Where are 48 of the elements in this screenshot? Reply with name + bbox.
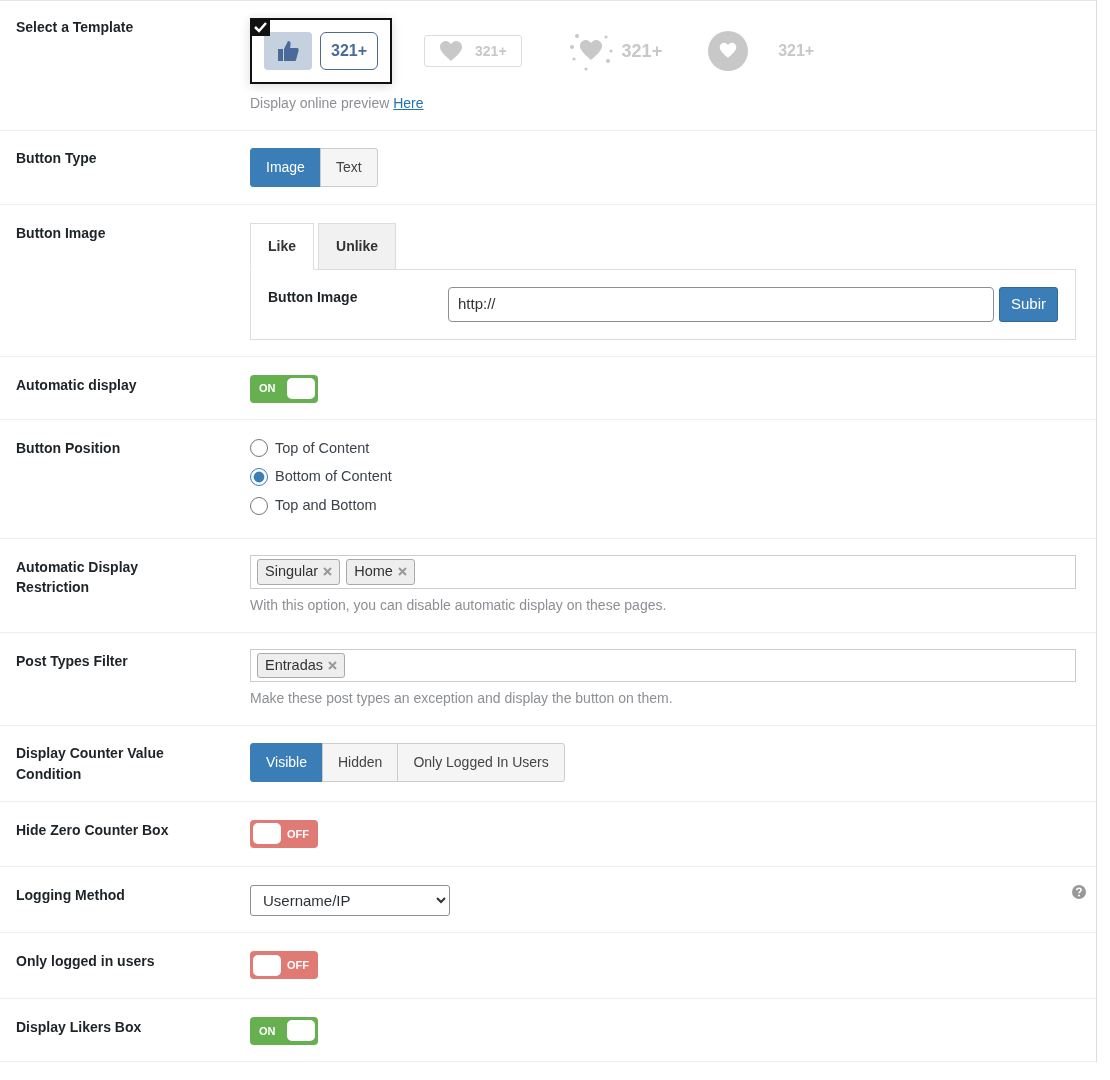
setting-label: Select a Template — [15, 18, 135, 37]
segment-button[interactable]: Image — [250, 148, 321, 187]
segment-button[interactable]: Text — [319, 148, 378, 187]
tag-input-field[interactable]: Singular Home — [250, 554, 1076, 589]
tag-chip[interactable]: Singular — [257, 558, 341, 585]
radio-label: Bottom of Content — [275, 467, 392, 487]
setting-label: Only logged in users — [15, 952, 156, 972]
heart-circle-icon — [708, 31, 749, 71]
help-text: With this option, you can disable automatic display on these pages. — [250, 595, 668, 615]
tag-input-field[interactable]: Entradas — [250, 648, 1076, 683]
setting-label: Post Types Filter — [15, 651, 129, 671]
setting-label: Display Counter Value Condition — [15, 744, 165, 784]
remove-icon — [328, 660, 338, 670]
remove-icon — [323, 567, 333, 577]
like-count-bubble: 321+ — [320, 32, 379, 70]
setting-label: Logging Method — [15, 886, 126, 906]
tag-chip[interactable]: Entradas — [257, 652, 346, 679]
help-icon — [1072, 885, 1086, 900]
radio-button[interactable] — [250, 496, 268, 515]
setting-label: Button Type — [15, 149, 98, 168]
setting-label: Button Position — [15, 438, 122, 458]
preview-link[interactable]: Here — [393, 95, 424, 111]
template-option[interactable]: 321+ — [250, 18, 393, 84]
setting-label: Hide Zero Counter Box — [15, 820, 170, 840]
remove-icon — [397, 567, 407, 577]
thumbs-up-icon — [277, 40, 299, 62]
segment-button[interactable]: Visible — [250, 743, 323, 783]
setting-label: Automatic Display Restriction — [15, 557, 140, 598]
setting-label: Button Image — [15, 224, 107, 243]
help-text: Make these post types an exception and display the button on them. — [250, 689, 674, 709]
setting-label: Display Likers Box — [15, 1017, 143, 1037]
setting-label: Automatic display — [15, 375, 138, 395]
radio-label: Top and Bottom — [275, 496, 377, 515]
radio-label: Top of Content — [275, 438, 370, 458]
field-label: Button Image — [268, 288, 359, 307]
segment-button[interactable]: Only Logged In Users — [397, 743, 565, 783]
tab[interactable]: Unlike — [318, 223, 397, 270]
upload-button[interactable]: Subir — [998, 287, 1058, 322]
heart-burst-icon — [567, 31, 614, 71]
url-input-field[interactable]: http:// — [448, 287, 994, 322]
tab[interactable]: Like — [250, 223, 314, 270]
heart-icon — [439, 40, 464, 62]
help-text: Display online preview Here — [250, 94, 425, 113]
radio-button[interactable] — [250, 468, 268, 487]
radio-button[interactable] — [250, 439, 268, 458]
logging-method-select[interactable]: Username/IP — [250, 885, 450, 917]
tag-chip[interactable]: Home — [346, 558, 415, 585]
segment-button[interactable]: Hidden — [322, 743, 399, 783]
